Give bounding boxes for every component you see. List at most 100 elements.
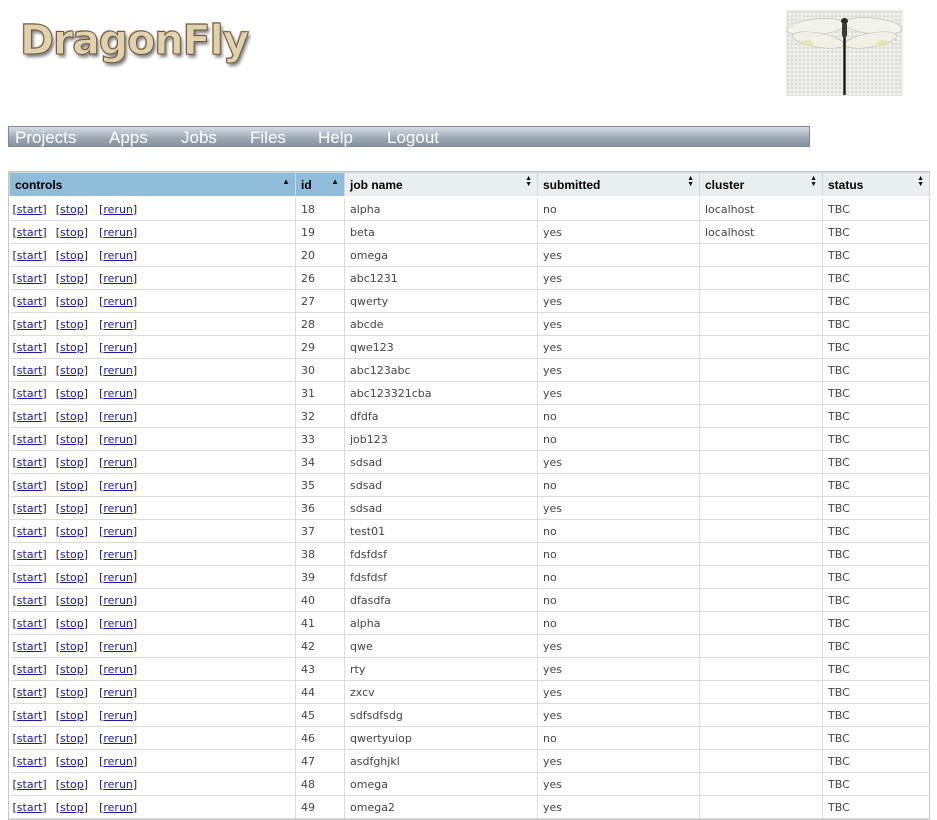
start-link[interactable]: [start] — [13, 617, 47, 630]
rerun-link[interactable]: [rerun] — [99, 226, 137, 239]
rerun-link[interactable]: [rerun] — [99, 203, 137, 216]
stop-link[interactable]: [stop] — [56, 203, 88, 216]
start-link[interactable]: [start] — [13, 318, 47, 331]
rerun-link[interactable]: [rerun] — [99, 801, 137, 814]
rerun-link[interactable]: [rerun] — [99, 663, 137, 676]
stop-link[interactable]: [stop] — [56, 479, 88, 492]
rerun-link[interactable]: [rerun] — [99, 571, 137, 584]
col-header-cluster[interactable]: cluster ▲ ▼ — [699, 172, 823, 198]
cell-id: 31 — [295, 381, 345, 405]
start-link[interactable]: [start] — [13, 594, 47, 607]
col-header-status[interactable]: status ▲ ▼ — [822, 172, 930, 198]
nav-files[interactable]: Files — [250, 128, 286, 147]
start-link[interactable]: [start] — [13, 295, 47, 308]
stop-link[interactable]: [stop] — [56, 571, 88, 584]
start-link[interactable]: [start] — [13, 410, 47, 423]
start-link-label: start — [16, 271, 43, 285]
rerun-link[interactable]: [rerun] — [99, 295, 137, 308]
stop-link[interactable]: [stop] — [56, 272, 88, 285]
start-link[interactable]: [start] — [13, 548, 47, 561]
start-link[interactable]: [start] — [13, 640, 47, 653]
start-link[interactable]: [start] — [13, 249, 47, 262]
col-header-job-name[interactable]: job name ▲ ▼ — [344, 172, 538, 198]
start-link[interactable]: [start] — [13, 571, 47, 584]
start-link[interactable]: [start] — [13, 272, 47, 285]
rerun-link[interactable]: [rerun] — [99, 502, 137, 515]
start-link[interactable]: [start] — [13, 732, 47, 745]
rerun-link[interactable]: [rerun] — [99, 387, 137, 400]
bracket-close: ] — [42, 317, 47, 331]
start-link[interactable]: [start] — [13, 387, 47, 400]
stop-link[interactable]: [stop] — [56, 525, 88, 538]
start-link[interactable]: [start] — [13, 479, 47, 492]
nav-logout[interactable]: Logout — [387, 128, 439, 147]
start-link[interactable]: [start] — [13, 433, 47, 446]
nav-jobs[interactable]: Jobs — [181, 128, 217, 147]
start-link[interactable]: [start] — [13, 755, 47, 768]
stop-link[interactable]: [stop] — [56, 801, 88, 814]
rerun-link[interactable]: [rerun] — [99, 755, 137, 768]
rerun-link[interactable]: [rerun] — [99, 456, 137, 469]
start-link[interactable]: [start] — [13, 341, 47, 354]
stop-link[interactable]: [stop] — [56, 548, 88, 561]
cell-cluster — [699, 542, 823, 566]
nav-apps[interactable]: Apps — [109, 128, 148, 147]
stop-link[interactable]: [stop] — [56, 663, 88, 676]
rerun-link[interactable]: [rerun] — [99, 709, 137, 722]
start-link[interactable]: [start] — [13, 801, 47, 814]
stop-link[interactable]: [stop] — [56, 226, 88, 239]
rerun-link[interactable]: [rerun] — [99, 617, 137, 630]
start-link[interactable]: [start] — [13, 525, 47, 538]
col-header-controls[interactable]: controls ▲ — [9, 172, 296, 198]
col-header-submitted[interactable]: submitted ▲ ▼ — [537, 172, 700, 198]
rerun-link[interactable]: [rerun] — [99, 525, 137, 538]
stop-link[interactable]: [stop] — [56, 341, 88, 354]
bracket-close: ] — [83, 202, 89, 216]
rerun-link[interactable]: [rerun] — [99, 732, 137, 745]
stop-link[interactable]: [stop] — [56, 617, 88, 630]
stop-link[interactable]: [stop] — [56, 709, 88, 722]
start-link[interactable]: [start] — [13, 778, 47, 791]
start-link[interactable]: [start] — [13, 364, 47, 377]
stop-link[interactable]: [stop] — [56, 387, 88, 400]
rerun-link[interactable]: [rerun] — [99, 364, 137, 377]
stop-link[interactable]: [stop] — [56, 732, 88, 745]
rerun-link[interactable]: [rerun] — [99, 433, 137, 446]
stop-link[interactable]: [stop] — [56, 364, 88, 377]
stop-link[interactable]: [stop] — [56, 318, 88, 331]
rerun-link[interactable]: [rerun] — [99, 249, 137, 262]
col-header-id[interactable]: id ▲ — [295, 172, 345, 198]
start-link[interactable]: [start] — [13, 203, 47, 216]
rerun-link[interactable]: [rerun] — [99, 686, 137, 699]
stop-link[interactable]: [stop] — [56, 755, 88, 768]
rerun-link[interactable]: [rerun] — [99, 272, 137, 285]
stop-link[interactable]: [stop] — [56, 295, 88, 308]
stop-link[interactable]: [stop] — [56, 640, 88, 653]
rerun-link[interactable]: [rerun] — [99, 594, 137, 607]
start-link[interactable]: [start] — [13, 226, 47, 239]
stop-link[interactable]: [stop] — [56, 594, 88, 607]
rerun-link[interactable]: [rerun] — [99, 479, 137, 492]
rerun-link[interactable]: [rerun] — [99, 778, 137, 791]
bracket-close: ] — [42, 225, 47, 239]
rerun-link[interactable]: [rerun] — [99, 410, 137, 423]
rerun-link[interactable]: [rerun] — [99, 341, 137, 354]
stop-link[interactable]: [stop] — [56, 502, 88, 515]
rerun-link[interactable]: [rerun] — [99, 640, 137, 653]
start-link[interactable]: [start] — [13, 709, 47, 722]
nav-projects[interactable]: Projects — [15, 128, 76, 147]
start-link[interactable]: [start] — [13, 686, 47, 699]
stop-link[interactable]: [stop] — [56, 778, 88, 791]
start-link[interactable]: [start] — [13, 502, 47, 515]
bracket-close: ] — [42, 524, 47, 538]
stop-link[interactable]: [stop] — [56, 686, 88, 699]
rerun-link[interactable]: [rerun] — [99, 548, 137, 561]
start-link[interactable]: [start] — [13, 663, 47, 676]
stop-link[interactable]: [stop] — [56, 410, 88, 423]
stop-link[interactable]: [stop] — [56, 249, 88, 262]
stop-link[interactable]: [stop] — [56, 456, 88, 469]
nav-help[interactable]: Help — [318, 128, 353, 147]
rerun-link[interactable]: [rerun] — [99, 318, 137, 331]
start-link[interactable]: [start] — [13, 456, 47, 469]
stop-link[interactable]: [stop] — [56, 433, 88, 446]
